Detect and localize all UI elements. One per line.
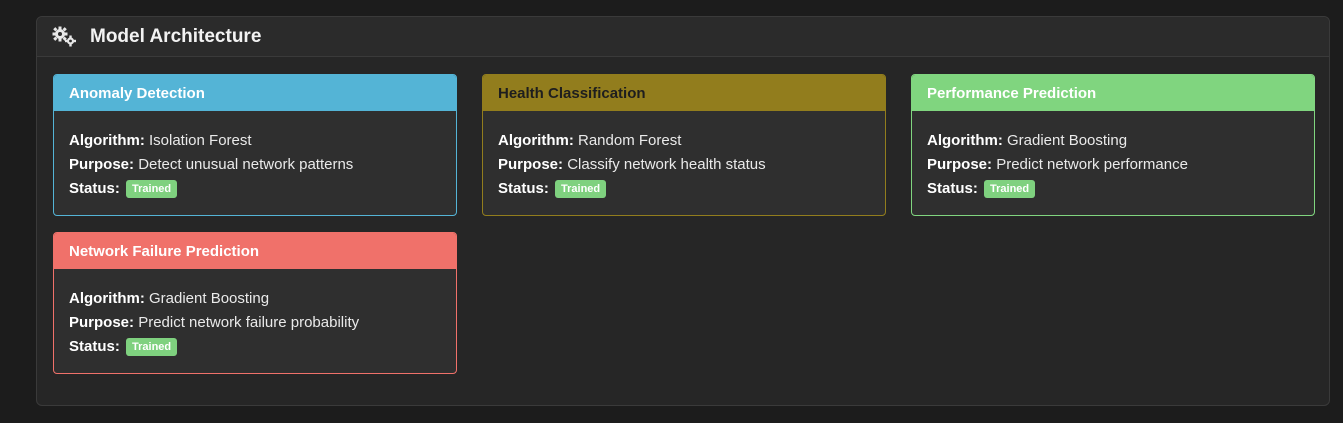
model-card-anomaly-detection: Anomaly Detection Algorithm: Isolation F… [53,74,457,216]
algorithm-label: Algorithm: [498,132,574,149]
algorithm-label: Algorithm: [927,132,1003,149]
algorithm-row: Algorithm: Random Forest [498,129,870,153]
algorithm-value: Gradient Boosting [149,290,270,307]
algorithm-row: Algorithm: Gradient Boosting [69,287,441,311]
model-architecture-panel: Model Architecture Anomaly Detection Alg… [36,16,1330,406]
card-body: Algorithm: Gradient Boosting Purpose: Pr… [54,269,456,359]
purpose-row: Purpose: Predict network failure probabi… [69,311,441,335]
purpose-label: Purpose: [69,314,135,331]
panel-title: Model Architecture [90,25,262,47]
status-label: Status: [498,180,549,197]
status-label: Status: [69,338,120,355]
status-label: Status: [69,180,120,197]
algorithm-label: Algorithm: [69,290,145,307]
purpose-label: Purpose: [927,156,993,173]
algorithm-value: Isolation Forest [149,132,252,149]
purpose-row: Purpose: Predict network performance [927,153,1299,177]
status-badge: Trained [984,180,1036,198]
card-body: Algorithm: Random Forest Purpose: Classi… [483,111,885,201]
status-badge: Trained [555,180,607,198]
model-card-network-failure-prediction: Network Failure Prediction Algorithm: Gr… [53,232,457,374]
card-body: Algorithm: Gradient Boosting Purpose: Pr… [912,111,1314,201]
purpose-value: Predict network performance [996,156,1188,173]
status-row: Status: Trained [69,335,441,359]
panel-header: Model Architecture [37,17,1329,57]
purpose-value: Detect unusual network patterns [138,156,354,173]
model-card-health-classification: Health Classification Algorithm: Random … [482,74,886,216]
card-header: Network Failure Prediction [54,233,456,269]
card-header: Health Classification [483,75,885,111]
purpose-label: Purpose: [69,156,135,173]
status-row: Status: Trained [69,177,441,201]
algorithm-row: Algorithm: Isolation Forest [69,129,441,153]
purpose-row: Purpose: Detect unusual network patterns [69,153,441,177]
status-label: Status: [927,180,978,197]
gears-icon [52,26,78,48]
card-header: Anomaly Detection [54,75,456,111]
purpose-label: Purpose: [498,156,564,173]
status-badge: Trained [126,338,178,356]
algorithm-row: Algorithm: Gradient Boosting [927,129,1299,153]
status-row: Status: Trained [498,177,870,201]
algorithm-value: Random Forest [578,132,682,149]
algorithm-value: Gradient Boosting [1007,132,1128,149]
status-row: Status: Trained [927,177,1299,201]
card-header: Performance Prediction [912,75,1314,111]
model-card-performance-prediction: Performance Prediction Algorithm: Gradie… [911,74,1315,216]
card-body: Algorithm: Isolation Forest Purpose: Det… [54,111,456,201]
purpose-row: Purpose: Classify network health status [498,153,870,177]
status-badge: Trained [126,180,178,198]
purpose-value: Classify network health status [567,156,766,173]
algorithm-label: Algorithm: [69,132,145,149]
purpose-value: Predict network failure probability [138,314,360,331]
